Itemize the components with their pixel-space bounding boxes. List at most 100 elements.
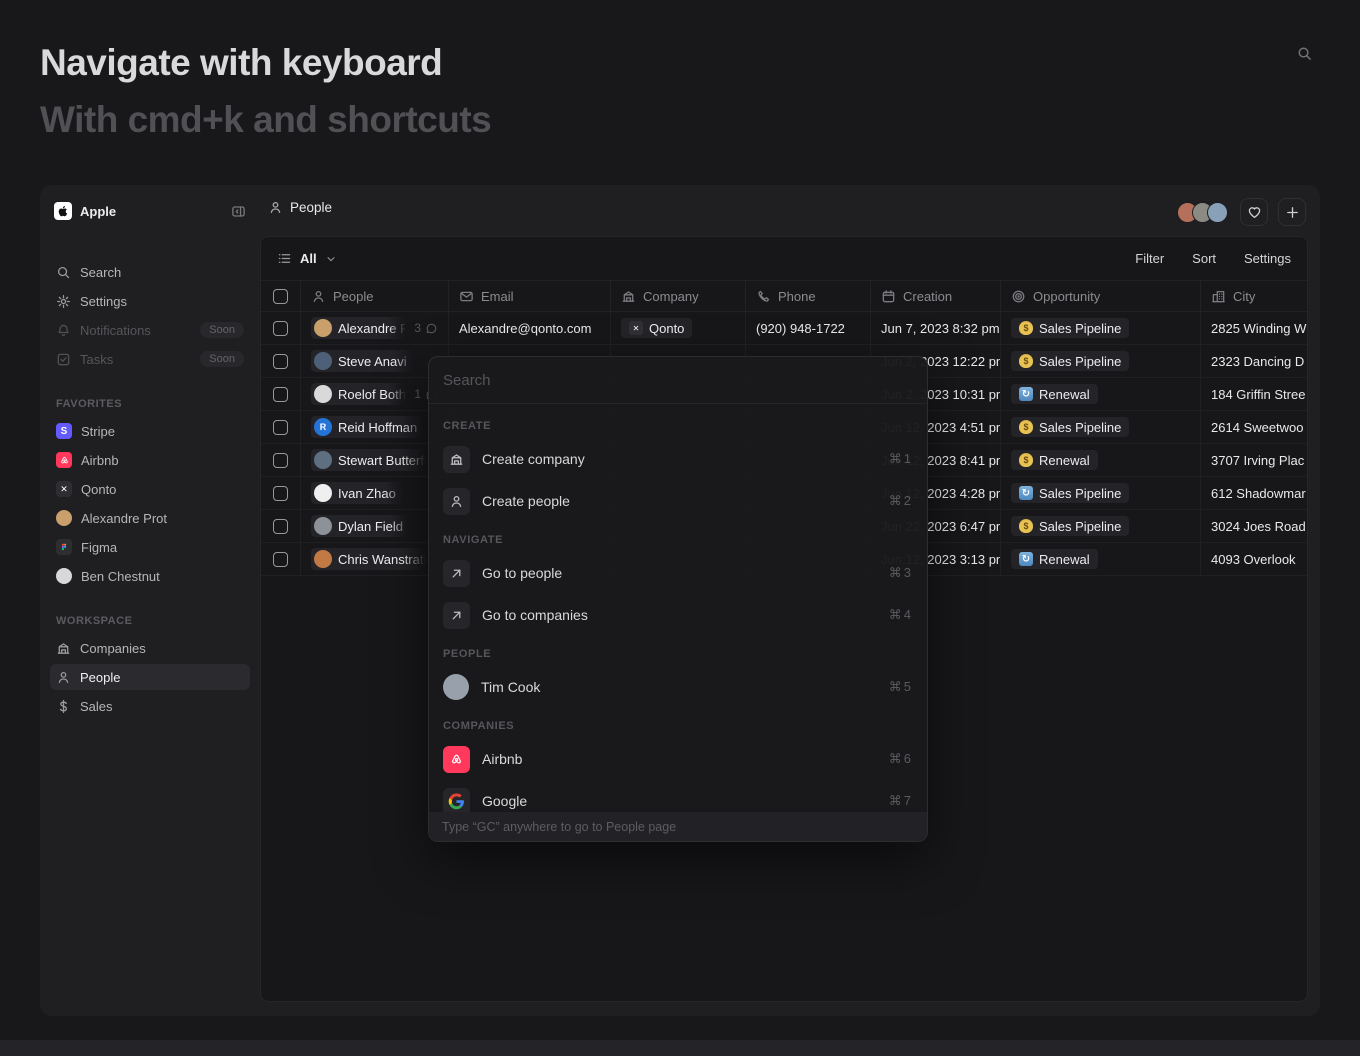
column-header-phone[interactable]: Phone <box>746 281 871 311</box>
sidebar-item-companies[interactable]: Companies <box>50 635 250 661</box>
cell-city[interactable]: 612 Shadowmar <box>1201 477 1307 509</box>
building-icon <box>621 289 636 304</box>
cell-city[interactable]: 3024 Joes Road <box>1201 510 1307 542</box>
cell-opportunity[interactable]: $Sales Pipeline <box>1001 510 1201 542</box>
favorite-item-ben[interactable]: Ben Chestnut <box>50 563 250 589</box>
table-header: People Email Company Phone Creation Oppo… <box>261 281 1307 312</box>
column-header-email[interactable]: Email <box>449 281 611 311</box>
cell-email[interactable]: Alexandre@qonto.com <box>449 312 611 344</box>
cell-opportunity[interactable]: $Sales Pipeline <box>1001 345 1201 377</box>
row-checkbox[interactable] <box>273 552 288 567</box>
cell-creation[interactable]: Jun 7, 2023 8:32 pm <box>871 312 1001 344</box>
palette-item-tim-cook[interactable]: Tim Cook ⌘5 <box>437 666 919 708</box>
palette-item-airbnb[interactable]: Airbnb ⌘6 <box>437 738 919 780</box>
cell-opportunity[interactable]: ↻Renewal <box>1001 543 1201 575</box>
cell-city[interactable]: 184 Griffin Stree <box>1201 378 1307 410</box>
column-header-opportunity[interactable]: Opportunity <box>1001 281 1201 311</box>
company-chip[interactable]: ✕Qonto <box>621 318 692 338</box>
row-checkbox[interactable] <box>273 321 288 336</box>
cell-phone[interactable]: (920) 948-1722 <box>746 312 871 344</box>
sidebar-collapse-icon[interactable] <box>231 204 246 219</box>
favorite-item-stripe[interactable]: S Stripe <box>50 418 250 444</box>
palette-item-go-to-people[interactable]: Go to people ⌘3 <box>437 552 919 594</box>
favorite-item-alexandre[interactable]: Alexandre Prot <box>50 505 250 531</box>
cell-city[interactable]: 2825 Winding W <box>1201 312 1307 344</box>
sidebar-item-people[interactable]: People <box>50 664 250 690</box>
palette-item-go-to-companies[interactable]: Go to companies ⌘4 <box>437 594 919 636</box>
cell-company[interactable]: ✕Qonto <box>611 312 746 344</box>
favorite-item-qonto[interactable]: ✕ Qonto <box>50 476 250 502</box>
row-checkbox[interactable] <box>273 354 288 369</box>
favorite-label: Ben Chestnut <box>81 569 160 584</box>
palette-footer-hint: Type “GC” anywhere to go to People page <box>429 812 927 841</box>
calendar-icon <box>881 289 896 304</box>
cell-opportunity[interactable]: ↻Renewal <box>1001 378 1201 410</box>
add-record-button[interactable] <box>1278 198 1306 226</box>
sidebar-item-label: People <box>80 670 120 685</box>
favorite-item-figma[interactable]: Figma <box>50 534 250 560</box>
cell-person[interactable]: Stewart Butterfield <box>301 444 449 476</box>
comment-bubble-icon <box>425 322 438 335</box>
phone-icon <box>756 289 771 304</box>
favorite-item-airbnb[interactable]: Airbnb <box>50 447 250 473</box>
sidebar-item-label: Companies <box>80 641 146 656</box>
search-input[interactable] <box>443 372 913 389</box>
money-bag-icon: $ <box>1019 519 1033 533</box>
avatar <box>314 517 332 535</box>
workspace-switcher[interactable]: Apple <box>50 199 250 223</box>
cell-city[interactable]: 4093 Overlook <box>1201 543 1307 575</box>
select-all-checkbox[interactable] <box>273 289 288 304</box>
column-header-creation[interactable]: Creation <box>871 281 1001 311</box>
palette-item-google[interactable]: Google ⌘7 <box>437 780 919 812</box>
cell-opportunity[interactable]: ↻Sales Pipeline <box>1001 477 1201 509</box>
row-checkbox[interactable] <box>273 519 288 534</box>
row-checkbox[interactable] <box>273 486 288 501</box>
sidebar-item-settings[interactable]: Settings <box>50 288 250 314</box>
opportunity-chip[interactable]: $Sales Pipeline <box>1011 318 1129 338</box>
breadcrumb-label: People <box>290 200 332 215</box>
palette-item-create-company[interactable]: Create company ⌘1 <box>437 438 919 480</box>
cell-person[interactable]: Dylan Field <box>301 510 449 542</box>
cell-person[interactable]: Roelof Botha 1 <box>301 378 449 410</box>
money-bag-icon: $ <box>1019 420 1033 434</box>
cell-person[interactable]: RReid Hoffman <box>301 411 449 443</box>
row-checkbox[interactable] <box>273 420 288 435</box>
cell-person[interactable]: Ivan Zhao <box>301 477 449 509</box>
cell-opportunity[interactable]: $Renewal <box>1001 444 1201 476</box>
shortcut-badge: ⌘4 <box>889 607 913 623</box>
search-icon[interactable] <box>1297 46 1312 61</box>
arrow-up-right-icon <box>443 602 470 629</box>
filter-button[interactable]: Filter <box>1135 251 1164 266</box>
row-checkbox[interactable] <box>273 453 288 468</box>
palette-search[interactable] <box>429 357 927 404</box>
sort-button[interactable]: Sort <box>1192 251 1216 266</box>
row-checkbox[interactable] <box>273 387 288 402</box>
member-avatars[interactable] <box>1177 202 1228 223</box>
view-settings-button[interactable]: Settings <box>1244 251 1291 266</box>
column-header-city[interactable]: City <box>1201 281 1307 311</box>
column-header-people[interactable]: People <box>301 281 449 311</box>
cell-opportunity[interactable]: $Sales Pipeline <box>1001 312 1201 344</box>
avatar <box>314 451 332 469</box>
cell-city[interactable]: 2614 Sweetwoo <box>1201 411 1307 443</box>
column-header-company[interactable]: Company <box>611 281 746 311</box>
cell-person[interactable]: Alexandre Prot 3 <box>301 312 449 344</box>
check-square-icon <box>56 352 71 367</box>
shortcut-badge: ⌘5 <box>889 679 913 695</box>
favorite-button[interactable] <box>1240 198 1268 226</box>
cell-opportunity[interactable]: $Sales Pipeline <box>1001 411 1201 443</box>
cell-city[interactable]: 2323 Dancing D <box>1201 345 1307 377</box>
cell-person[interactable]: Chris Wanstrath <box>301 543 449 575</box>
cell-city[interactable]: 3707 Irving Plac <box>1201 444 1307 476</box>
money-bag-icon: $ <box>1019 321 1033 335</box>
sidebar-item-sales[interactable]: Sales <box>50 693 250 719</box>
sidebar-item-search[interactable]: Search <box>50 259 250 285</box>
sidebar-item-label: Tasks <box>80 352 113 367</box>
cell-person[interactable]: Steve Anavi <box>301 345 449 377</box>
person-icon <box>311 289 326 304</box>
view-selector[interactable]: All <box>277 251 337 266</box>
person-chip[interactable]: Alexandre Prot <box>311 317 407 339</box>
palette-item-create-people[interactable]: Create people ⌘2 <box>437 480 919 522</box>
avatar <box>314 550 332 568</box>
avatar <box>314 352 332 370</box>
